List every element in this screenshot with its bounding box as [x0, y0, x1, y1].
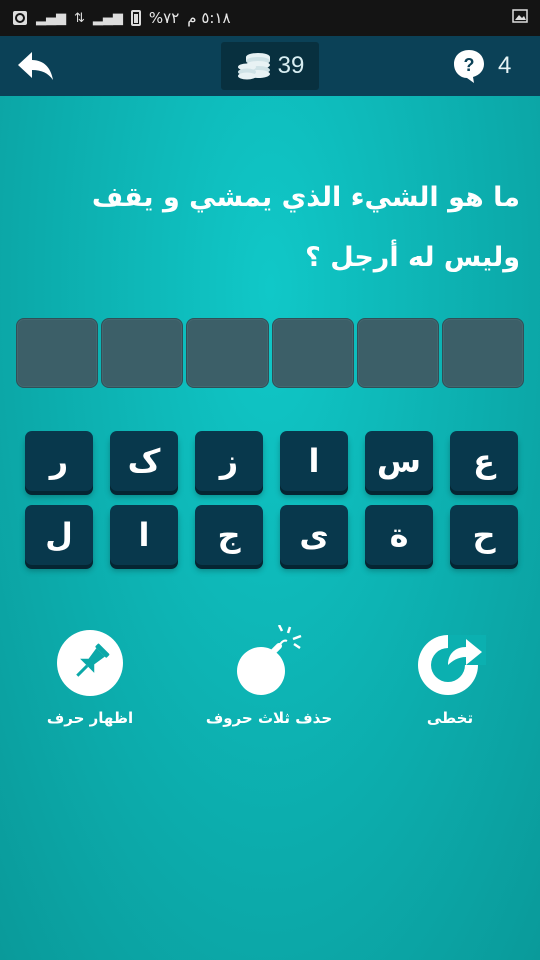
- letter-key[interactable]: ک: [110, 431, 178, 491]
- letter-key[interactable]: ج: [195, 505, 263, 565]
- reveal-letter-label: اظهار حرف: [46, 709, 134, 727]
- pin-icon: [54, 625, 126, 697]
- remove-letters-label: حذف ثلاث حروف: [205, 709, 333, 727]
- letter-key[interactable]: ة: [365, 505, 433, 565]
- key-row-2: ح ة ى ج ا ل: [22, 505, 518, 565]
- sync-icon: [13, 11, 27, 25]
- letter-key[interactable]: ا: [110, 505, 178, 565]
- answer-slot[interactable]: [271, 318, 354, 388]
- letter-keyboard: ع س ا ز ک ر ح ة ى ج ا ل: [22, 431, 518, 579]
- answer-slots: [16, 318, 525, 390]
- coins-icon: [237, 53, 270, 80]
- skip-button[interactable]: تخطى: [365, 625, 535, 727]
- reveal-letter-button[interactable]: اظهار حرف: [5, 625, 175, 727]
- letter-key[interactable]: ل: [25, 505, 93, 565]
- letter-key[interactable]: ى: [280, 505, 348, 565]
- svg-text:?: ?: [464, 55, 475, 75]
- answer-slot[interactable]: [101, 318, 184, 388]
- back-button[interactable]: [16, 48, 56, 84]
- letter-key[interactable]: ر: [25, 431, 93, 491]
- answer-slot[interactable]: [441, 318, 525, 388]
- signal-icon: ▂▄▆: [36, 10, 66, 26]
- answer-slot[interactable]: [16, 318, 99, 388]
- status-bar: ▂▄▆ ⇅ ▂▄▆ %٧٢ ٥:١٨ م: [0, 0, 540, 36]
- photo-icon: [512, 9, 528, 27]
- letter-key[interactable]: ز: [195, 431, 263, 491]
- level-number: 4: [498, 52, 512, 79]
- status-left: ▂▄▆ ⇅ ▂▄▆ %٧٢ ٥:١٨ م: [12, 9, 231, 27]
- answer-slot[interactable]: [356, 318, 439, 388]
- status-time: ٥:١٨ م: [187, 9, 231, 27]
- coins-counter: 39: [221, 42, 319, 90]
- letter-key[interactable]: ع: [450, 431, 518, 491]
- coins-count: 39: [277, 52, 305, 79]
- bomb-icon: [233, 624, 305, 697]
- key-row-1: ع س ا ز ک ر: [22, 431, 518, 491]
- answer-slot[interactable]: [186, 318, 269, 388]
- question-text: ما هو الشيء الذي يمشي و يقف وليس له أرجل…: [91, 182, 520, 273]
- help-icon: ?: [454, 50, 484, 83]
- remove-letters-button[interactable]: حذف ثلاث حروف: [184, 624, 354, 727]
- data-icon: ⇅: [74, 10, 85, 26]
- letter-key[interactable]: ح: [450, 505, 518, 565]
- battery-icon: [130, 10, 141, 26]
- back-arrow-icon: [18, 52, 53, 80]
- skip-label: تخطى: [426, 709, 474, 727]
- letter-key[interactable]: س: [365, 431, 433, 491]
- skip-arrow-icon: [414, 625, 488, 697]
- letter-key[interactable]: ا: [280, 431, 348, 491]
- top-bar: 39 ? 4: [0, 36, 540, 96]
- battery-percent: %٧٢: [148, 9, 180, 27]
- powerups-bar: اظهار حرف حذف ثلاث حروف تخطى: [0, 624, 540, 745]
- signal-icon: ▂▄▆: [92, 10, 123, 26]
- help-button[interactable]: ?: [452, 48, 486, 84]
